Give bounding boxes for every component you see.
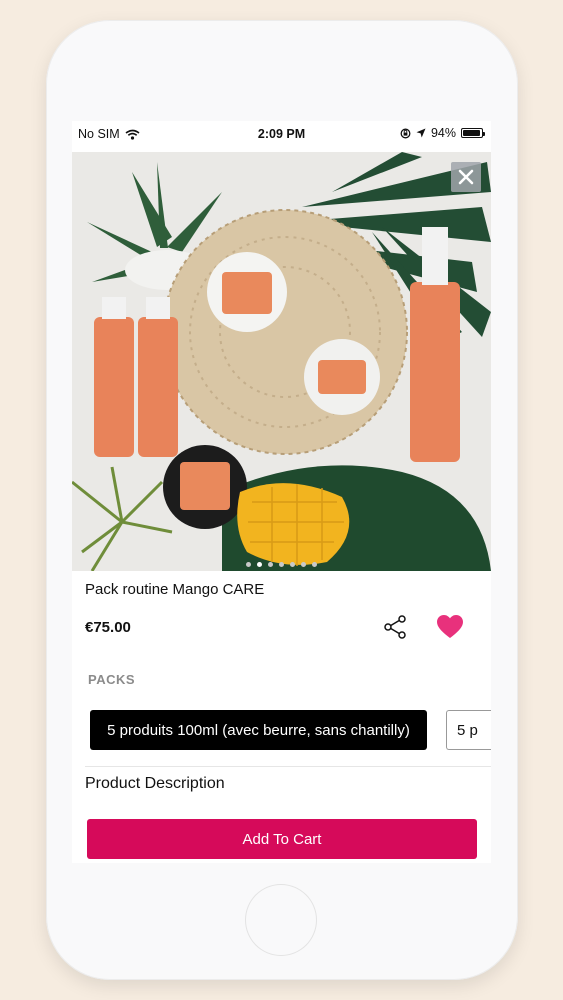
gallery-dots [72, 562, 491, 567]
close-button[interactable] [451, 162, 481, 192]
gallery-dot[interactable] [268, 562, 273, 567]
gallery-dot-active[interactable] [257, 562, 262, 567]
gallery-dot[interactable] [279, 562, 284, 567]
product-image[interactable] [72, 152, 491, 571]
home-button[interactable] [245, 884, 317, 956]
product-description-toggle[interactable]: Product Description [85, 775, 225, 793]
gallery-dot[interactable] [301, 562, 306, 567]
rotation-lock-icon [400, 128, 411, 138]
close-icon [458, 169, 474, 185]
add-to-cart-button[interactable]: Add To Cart [87, 819, 477, 859]
gallery-dot[interactable] [312, 562, 317, 567]
gallery-dot[interactable] [290, 562, 295, 567]
divider [85, 766, 491, 767]
battery-icon [461, 128, 485, 138]
pack-option-selected[interactable]: 5 produits 100ml (avec beurre, sans chan… [90, 710, 427, 750]
app-screen: No SIM 2:09 PM 94% Pack routine Mango CA… [72, 121, 491, 863]
product-price: €75.00 [85, 619, 131, 636]
gallery-dot[interactable] [246, 562, 251, 567]
product-title: Pack routine Mango CARE [85, 581, 265, 598]
status-bar: No SIM 2:09 PM 94% [72, 121, 491, 147]
product-photo [72, 152, 491, 571]
share-icon[interactable] [382, 614, 408, 640]
packs-heading: PACKS [88, 672, 136, 687]
pack-option[interactable]: 5 p [446, 710, 491, 750]
location-arrow-icon [416, 128, 426, 138]
heart-icon[interactable] [436, 614, 464, 640]
battery-percent: 94% [430, 126, 456, 140]
